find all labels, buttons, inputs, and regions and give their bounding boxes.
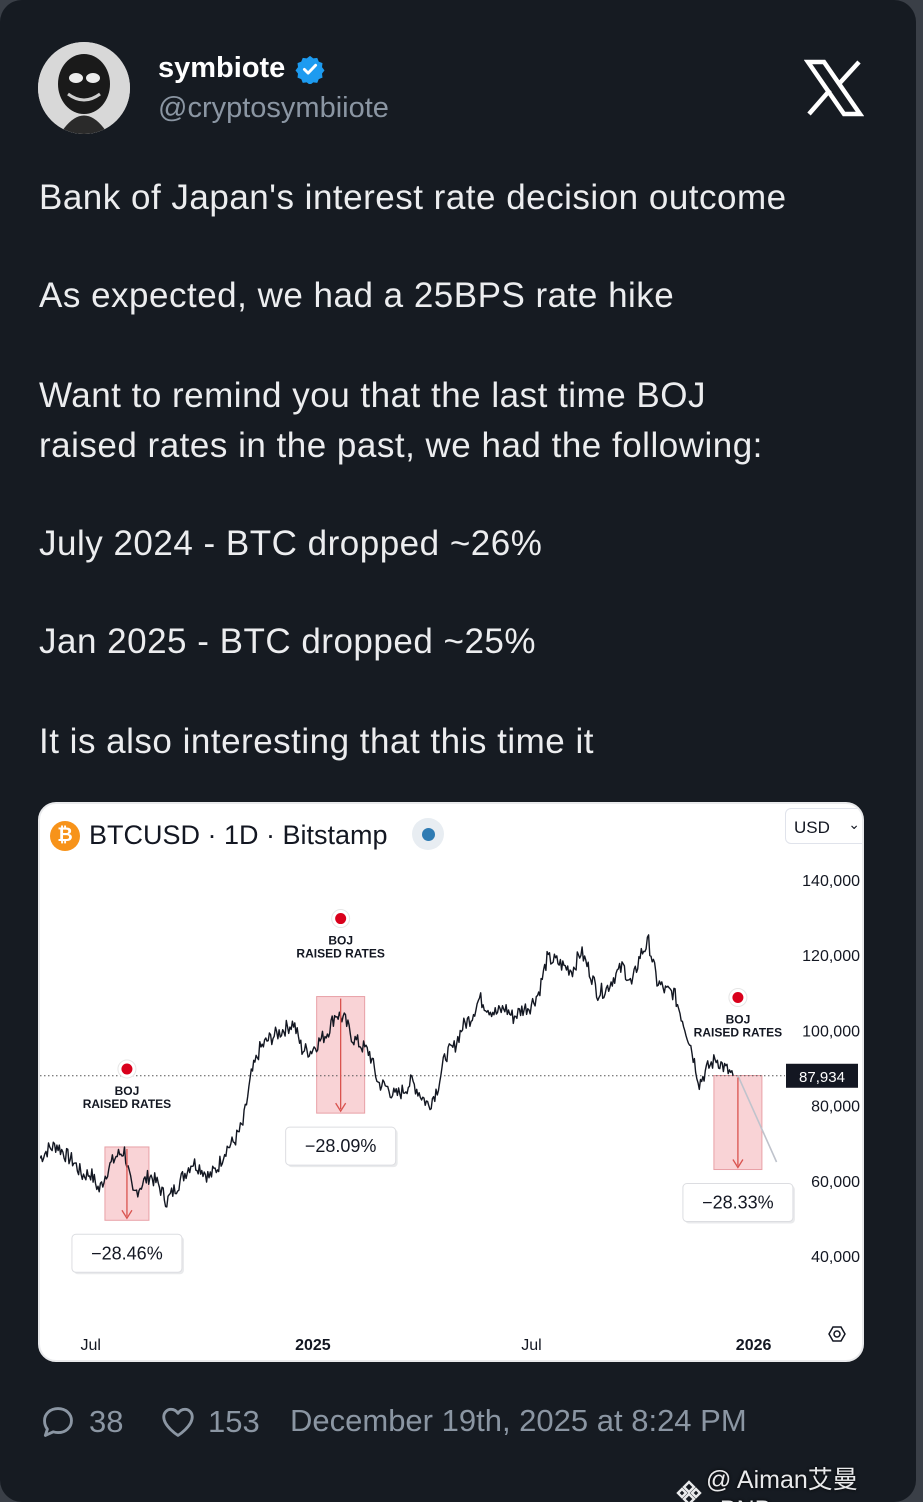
annotation-label-line2: RAISED RATES bbox=[83, 1097, 171, 1111]
y-tick-label: 40,000 bbox=[811, 1249, 860, 1266]
author-avatar[interactable] bbox=[38, 42, 130, 134]
market-status-icon bbox=[412, 818, 444, 850]
y-tick-label: 60,000 bbox=[811, 1174, 860, 1191]
binance-logo-icon bbox=[676, 1479, 702, 1502]
x-logo-icon[interactable] bbox=[804, 58, 864, 118]
y-tick-label: 140,000 bbox=[802, 873, 860, 890]
like-count: 153 bbox=[208, 1404, 260, 1439]
tweet-text-line: July 2024 - BTC dropped ~26% bbox=[39, 524, 543, 563]
x-tick-label: Jul bbox=[521, 1337, 541, 1354]
annotation-label-line2: RAISED RATES bbox=[296, 947, 384, 961]
reply-button[interactable]: 38 bbox=[39, 1403, 123, 1441]
tweet-card: symbiote @cryptosymbiiote Bank of Japan'… bbox=[0, 0, 916, 1502]
price-chart: 140,000 120,000 100,000 80,000 60,000 40,000 J… bbox=[40, 873, 860, 1354]
author-display-name[interactable]: symbiote bbox=[158, 52, 285, 85]
author-handle[interactable]: @cryptosymbiiote bbox=[158, 92, 389, 125]
tweet-text-line: Bank of Japan's interest rate decision o… bbox=[39, 178, 787, 217]
heart-icon bbox=[162, 1407, 194, 1437]
drawdown-value: −28.46% bbox=[91, 1243, 163, 1263]
annotation-label-line1: BOJ bbox=[115, 1084, 140, 1098]
x-tick-label: 2025 bbox=[295, 1337, 331, 1354]
watermark-text: @ Aiman艾曼_BNB bbox=[705, 1466, 858, 1502]
japan-flag-dot bbox=[121, 1063, 133, 1075]
chart-image[interactable]: 140,000 120,000 100,000 80,000 60,000 40,000 J… bbox=[38, 802, 864, 1362]
verified-badge-icon bbox=[295, 55, 325, 84]
tweet-timestamp[interactable]: December 19th, 2025 at 8:24 PM bbox=[290, 1403, 747, 1439]
japan-flag-dot bbox=[732, 992, 744, 1004]
x-tick-label: 2026 bbox=[736, 1337, 772, 1354]
tweet-text-line: As expected, we had a 25BPS rate hike bbox=[39, 276, 675, 315]
japan-flag-dot bbox=[335, 913, 347, 925]
bitcoin-icon: ₿ bbox=[50, 821, 80, 851]
like-button[interactable]: 153 bbox=[158, 1403, 260, 1441]
tweet-text-line: It is also interesting that this time it bbox=[39, 722, 594, 761]
last-price-value: 87,934 bbox=[799, 1069, 845, 1086]
annotation-label-line1: BOJ bbox=[328, 934, 353, 948]
reply-count: 38 bbox=[89, 1404, 124, 1439]
tweet-text-line: Want to remind you that the last time BO… bbox=[39, 376, 706, 415]
tweet-text-line: raised rates in the past, we had the fol… bbox=[39, 426, 763, 465]
y-tick-label: 120,000 bbox=[802, 948, 860, 965]
y-tick-label: 100,000 bbox=[802, 1023, 860, 1040]
avatar-image bbox=[38, 42, 130, 134]
reply-bubble-icon bbox=[43, 1407, 73, 1437]
watermark: @ Aiman艾曼_BNB bbox=[676, 1460, 923, 1502]
drawdown-value: −28.33% bbox=[702, 1193, 774, 1213]
currency-value: USD bbox=[794, 818, 830, 837]
currency-select[interactable]: USD ⌄ bbox=[785, 808, 862, 844]
x-tick-label: Jul bbox=[80, 1337, 100, 1354]
drawdown-value: −28.09% bbox=[305, 1136, 377, 1156]
tweet-text-line: Jan 2025 - BTC dropped ~25% bbox=[39, 622, 537, 661]
y-tick-label: 80,000 bbox=[811, 1099, 860, 1116]
chevron-down-icon: ⌄ bbox=[848, 816, 860, 832]
annotation-label-line1: BOJ bbox=[726, 1013, 751, 1027]
annotation-label-line2: RAISED RATES bbox=[694, 1026, 782, 1040]
chart-settings-icon[interactable] bbox=[828, 1326, 846, 1342]
chart-symbol-title: BTCUSD · 1D · Bitstamp bbox=[89, 820, 388, 850]
